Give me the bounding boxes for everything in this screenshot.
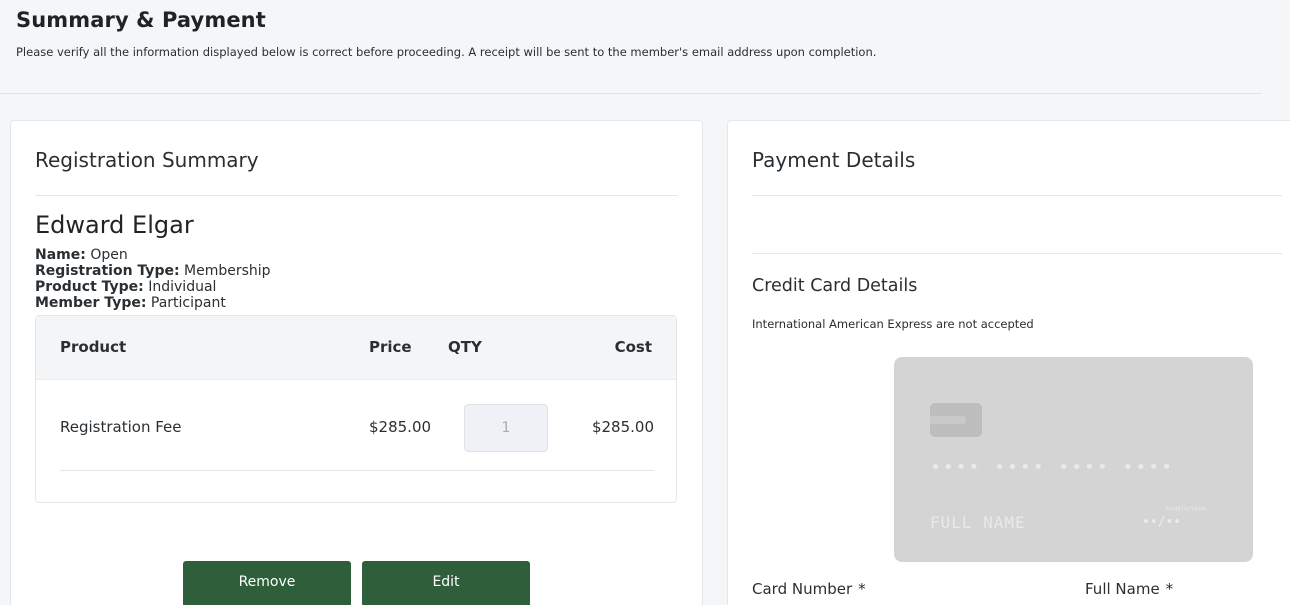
member-name: Edward Elgar	[35, 211, 194, 239]
header-product: Product	[60, 338, 127, 356]
remove-button[interactable]: Remove	[183, 561, 351, 605]
full-name-label: Full Name *	[1085, 580, 1174, 598]
card-number-mask: •••• •••• •••• ••••	[930, 457, 1174, 478]
card-name-placeholder: FULL NAME	[930, 513, 1026, 532]
payment-details-panel: Payment Details Credit Card Details Inte…	[727, 120, 1290, 605]
required-marker: *	[1165, 580, 1174, 598]
card-expiry-label: MONTH/YEAR	[1166, 506, 1207, 513]
registration-summary-panel: Registration Summary Edward Elgar Name: …	[10, 120, 703, 605]
row-cost: $285.00	[591, 418, 654, 436]
page-title: Summary & Payment	[16, 8, 266, 32]
card-number-label: Card Number *	[752, 580, 866, 598]
card-expiry-mask: ••/••	[1142, 515, 1182, 530]
product-table-header: Product Price QTY Cost	[36, 316, 676, 380]
detail-member-type: Member Type: Participant	[35, 295, 226, 311]
detail-registration-type: Registration Type: Membership	[35, 263, 271, 279]
registration-details: Name: Open Registration Type: Membership…	[35, 247, 678, 311]
header-cost: Cost	[614, 338, 652, 356]
header-price: Price	[369, 338, 412, 356]
credit-card-title: Credit Card Details	[752, 276, 918, 296]
header-qty: QTY	[448, 338, 482, 356]
detail-name: Name: Open	[35, 247, 128, 263]
row-product: Registration Fee	[60, 418, 182, 436]
page-subtitle: Please verify all the information displa…	[16, 45, 877, 59]
table-row: Registration Fee $285.00 1 $285.00	[60, 380, 654, 471]
credit-card-note: International American Express are not a…	[752, 317, 1034, 331]
required-marker: *	[858, 580, 866, 598]
page-header: Summary & Payment Please verify all the …	[0, 0, 1262, 94]
registration-summary-heading: Registration Summary	[35, 121, 678, 196]
detail-product-type: Product Type: Individual	[35, 279, 217, 295]
row-price: $285.00	[369, 418, 432, 436]
product-table: Product Price QTY Cost Registration Fee …	[35, 315, 677, 503]
divider	[752, 196, 1282, 254]
quantity-input[interactable]: 1	[464, 404, 548, 452]
credit-card-preview: •••• •••• •••• •••• FULL NAME MONTH/YEAR…	[894, 357, 1253, 562]
payment-details-heading: Payment Details	[752, 121, 1282, 196]
card-chip-icon	[930, 403, 982, 437]
edit-button[interactable]: Edit	[362, 561, 530, 605]
